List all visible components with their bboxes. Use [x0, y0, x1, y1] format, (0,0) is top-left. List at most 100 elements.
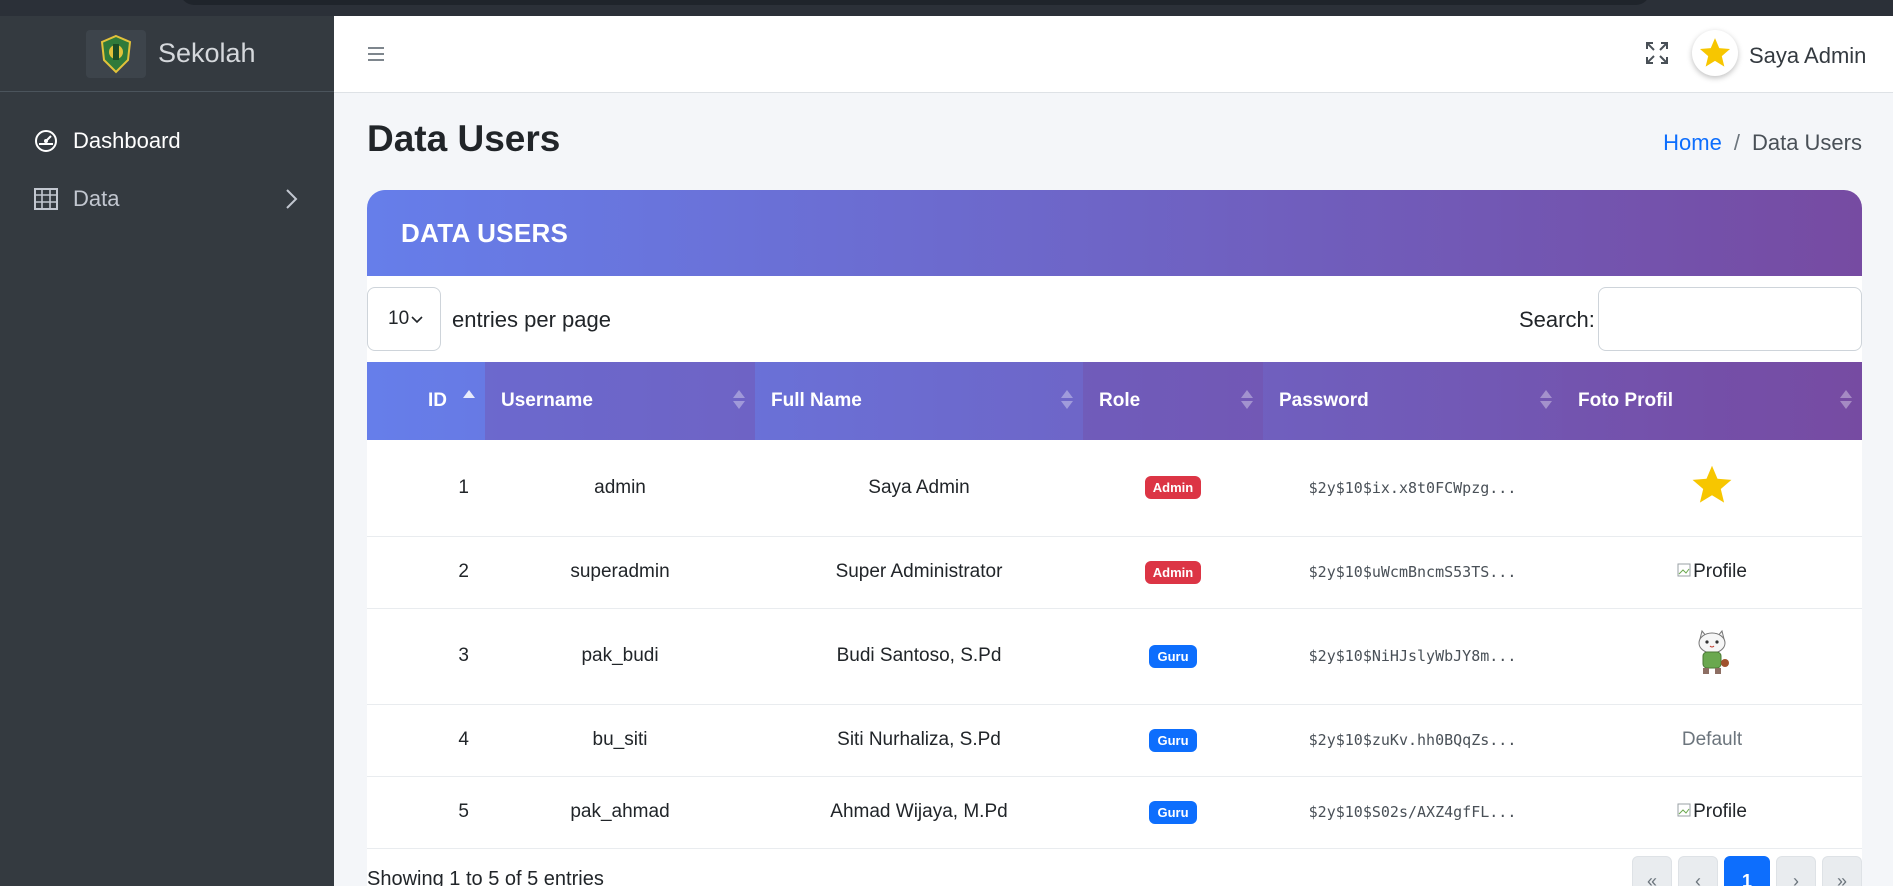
cell-password: $2y$10$zuKv.hh0BQqZs... — [1263, 704, 1562, 777]
cell-id: 5 — [367, 776, 485, 849]
sidebar: Sekolah Dashboard Data — [0, 16, 334, 886]
school-logo-icon — [86, 29, 146, 78]
browser-top-strip — [0, 0, 1893, 16]
user-avatar[interactable] — [1692, 30, 1738, 76]
column-header-role[interactable]: Role — [1083, 362, 1263, 440]
card-title: DATA USERS — [401, 217, 569, 248]
breadcrumb-home-link[interactable]: Home — [1663, 130, 1722, 156]
table-row: 3 pak_budi Budi Santoso, S.Pd Guru $2y$1… — [367, 608, 1862, 705]
search-input[interactable] — [1598, 287, 1862, 351]
top-navbar: Saya Admin — [334, 16, 1893, 93]
table-row: 2 superadmin Super Administrator Admin $… — [367, 536, 1862, 609]
cell-password: $2y$10$uWcmBncmS53TS... — [1263, 536, 1562, 609]
cell-id: 4 — [367, 704, 485, 777]
cell-full-name: Budi Santoso, S.Pd — [755, 608, 1083, 705]
cell-id: 2 — [367, 536, 485, 609]
cell-username: bu_siti — [485, 704, 755, 777]
sidebar-item-label: Dashboard — [73, 128, 181, 153]
fullscreen-icon[interactable] — [1645, 41, 1669, 70]
pagination-first-button[interactable]: « — [1632, 856, 1672, 886]
role-badge: Guru — [1149, 728, 1197, 752]
showing-entries-info: Showing 1 to 5 of 5 entries — [367, 868, 604, 886]
search-label: Search: — [1519, 307, 1595, 332]
users-card: DATA USERS 10 entries per page Search: I… — [367, 190, 1862, 886]
cell-password: $2y$10$ix.x8t0FCWpzg... — [1263, 440, 1562, 537]
cell-full-name: Siti Nurhaliza, S.Pd — [755, 704, 1083, 777]
broken-image: Profile — [1677, 801, 1747, 823]
cell-full-name: Super Administrator — [755, 536, 1083, 609]
cell-role: Guru — [1083, 704, 1263, 777]
column-header-password[interactable]: Password — [1263, 362, 1562, 440]
sidebar-item-dashboard[interactable]: Dashboard — [0, 112, 334, 170]
pagination: « ‹ 1 › » — [1632, 856, 1862, 886]
table-header-row: ID Username Full Name Role Password Foto… — [367, 362, 1862, 440]
star-avatar-icon — [1690, 465, 1734, 512]
broken-image: Profile — [1677, 561, 1747, 583]
page-title: Data Users — [367, 118, 561, 159]
cell-foto: Profile — [1562, 536, 1862, 609]
dashboard-icon — [33, 128, 59, 154]
cell-foto: Profile — [1562, 776, 1862, 849]
role-badge: Guru — [1149, 800, 1197, 824]
sort-icon — [733, 390, 745, 409]
breadcrumb: Home / Data Users — [1663, 130, 1862, 156]
chevron-right-icon — [284, 188, 298, 216]
cell-username: admin — [485, 440, 755, 537]
table-row: 5 pak_ahmad Ahmad Wijaya, M.Pd Guru $2y$… — [367, 776, 1862, 849]
pagination-last-button[interactable]: » — [1822, 856, 1862, 886]
role-badge: Guru — [1149, 644, 1197, 668]
entries-per-page-select[interactable]: 10 — [367, 287, 441, 351]
cell-full-name: Ahmad Wijaya, M.Pd — [755, 776, 1083, 849]
entries-label: entries per page — [452, 307, 611, 332]
cell-username: pak_budi — [485, 608, 755, 705]
cell-role: Admin — [1083, 536, 1263, 609]
cell-role: Admin — [1083, 440, 1263, 537]
cell-full-name: Saya Admin — [755, 440, 1083, 537]
column-header-username[interactable]: Username — [485, 362, 755, 440]
sort-icon — [1241, 390, 1253, 409]
broken-image-icon — [1677, 801, 1691, 823]
brand[interactable]: Sekolah — [0, 16, 334, 92]
pagination-next-button[interactable]: › — [1776, 856, 1816, 886]
card-header: DATA USERS — [367, 190, 1862, 276]
brand-name: Sekolah — [158, 38, 256, 68]
sort-asc-icon — [463, 390, 475, 409]
cell-password: $2y$10$NiHJslyWbJY8m... — [1263, 608, 1562, 705]
column-header-id[interactable]: ID — [367, 362, 485, 440]
cell-role: Guru — [1083, 608, 1263, 705]
cell-id: 3 — [367, 608, 485, 705]
chevron-down-icon — [411, 308, 423, 330]
entries-value: 10 — [388, 308, 410, 329]
users-table: ID Username Full Name Role Password Foto… — [367, 362, 1862, 849]
sort-icon — [1840, 390, 1852, 409]
sort-icon — [1061, 390, 1073, 409]
sort-icon — [1540, 390, 1552, 409]
user-name[interactable]: Saya Admin — [1749, 43, 1866, 69]
breadcrumb-separator: / — [1733, 130, 1740, 155]
sidebar-item-label: Data — [73, 186, 120, 211]
cell-foto-default: Default — [1562, 704, 1862, 777]
breadcrumb-current: Data Users — [1751, 130, 1862, 155]
cell-foto — [1562, 440, 1862, 537]
sidebar-item-data[interactable]: Data — [0, 170, 334, 228]
column-header-full-name[interactable]: Full Name — [755, 362, 1083, 440]
cell-username: superadmin — [485, 536, 755, 609]
broken-image-icon — [1677, 561, 1691, 583]
cell-id: 1 — [367, 440, 485, 537]
table-row: 4 bu_siti Siti Nurhaliza, S.Pd Guru $2y$… — [367, 704, 1862, 777]
table-row: 1 admin Saya Admin Admin $2y$10$ix.x8t0F… — [367, 440, 1862, 537]
cell-username: pak_ahmad — [485, 776, 755, 849]
pagination-page-1-button[interactable]: 1 — [1724, 856, 1770, 886]
sidebar-nav: Dashboard Data — [0, 92, 334, 228]
menu-toggle-icon[interactable] — [368, 44, 384, 67]
table-controls: 10 entries per page Search: — [367, 276, 1862, 362]
cell-foto — [1562, 608, 1862, 705]
cell-role: Guru — [1083, 776, 1263, 849]
pagination-prev-button[interactable]: ‹ — [1678, 856, 1718, 886]
column-header-foto-profil[interactable]: Foto Profil — [1562, 362, 1862, 440]
role-badge: Admin — [1144, 560, 1202, 584]
role-badge: Admin — [1144, 476, 1202, 500]
cell-password: $2y$10$S02s/AXZ4gfFL... — [1263, 776, 1562, 849]
table-icon — [33, 186, 59, 212]
cat-character-avatar-icon — [1692, 629, 1732, 682]
